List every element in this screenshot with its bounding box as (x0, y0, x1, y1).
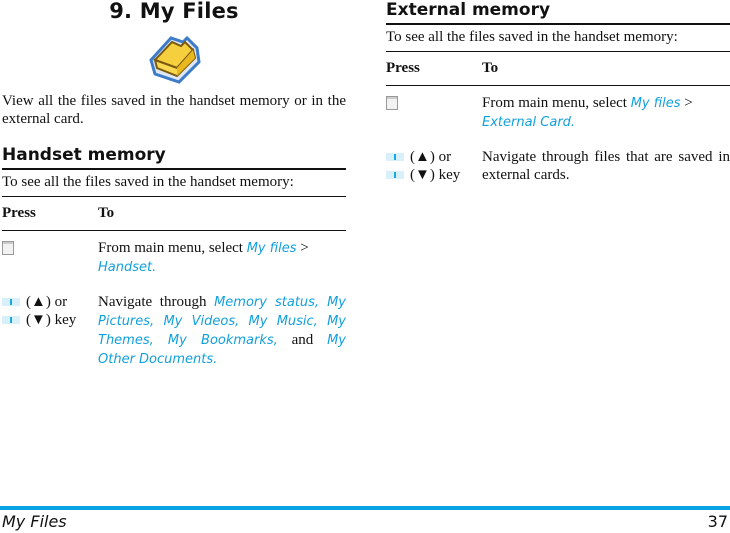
footer-rule (0, 506, 730, 510)
table-row: From main menu, select My files > Handse… (2, 231, 346, 282)
instructions-table: Press To From main menu, select My files… (386, 52, 730, 188)
nav-key-icon (2, 316, 20, 324)
row-description: Navigate through files that are saved in… (482, 149, 730, 183)
footer-section-name: My Files (2, 512, 67, 531)
nav-key-icon (386, 171, 404, 179)
row-description: Navigate through Memory status, My Pictu… (98, 294, 346, 367)
menu-link: My files (246, 241, 297, 256)
left-column: 9. My Files View all the files saved in … (2, 0, 346, 373)
table-row: (▲) or (▼) key Navigate through files th… (386, 136, 730, 188)
page-number: 37 (707, 512, 728, 531)
table-row: (▲) or (▼) key Navigate through Memory s… (2, 281, 346, 373)
instructions-table: Press To From main menu, select My files… (2, 197, 346, 373)
nav-key-icon (386, 153, 404, 161)
row-description: From main menu, select My files > Extern… (482, 95, 693, 130)
softkey-icon (386, 96, 398, 110)
section-title: External memory (386, 0, 730, 25)
right-column: External memory To see all the files sav… (386, 0, 730, 188)
section-title: Handset memory (2, 145, 346, 170)
menu-link: Handset. (98, 260, 157, 275)
folder-icon (2, 30, 346, 84)
external-section: External memory To see all the files sav… (386, 0, 730, 188)
softkey-icon (2, 241, 14, 255)
table-header: Press To (2, 197, 346, 231)
column-header-press: Press (2, 197, 98, 231)
handset-section: Handset memory To see all the files save… (2, 145, 346, 373)
menu-link: My files (630, 96, 681, 111)
column-header-to: To (98, 197, 346, 231)
table-header: Press To (386, 52, 730, 86)
column-header-to: To (482, 52, 730, 86)
menu-link: External Card. (482, 115, 576, 130)
table-row: From main menu, select My files > Extern… (386, 86, 730, 137)
section-lead: To see all the files saved in the handse… (2, 173, 346, 197)
nav-key-icon (2, 298, 20, 306)
chapter-title: 9. My Files (109, 0, 239, 23)
row-description: From main menu, select My files > Handse… (98, 240, 309, 275)
section-lead: To see all the files saved in the handse… (386, 28, 730, 52)
column-header-press: Press (386, 52, 482, 86)
chapter-intro: View all the files saved in the handset … (2, 93, 346, 127)
